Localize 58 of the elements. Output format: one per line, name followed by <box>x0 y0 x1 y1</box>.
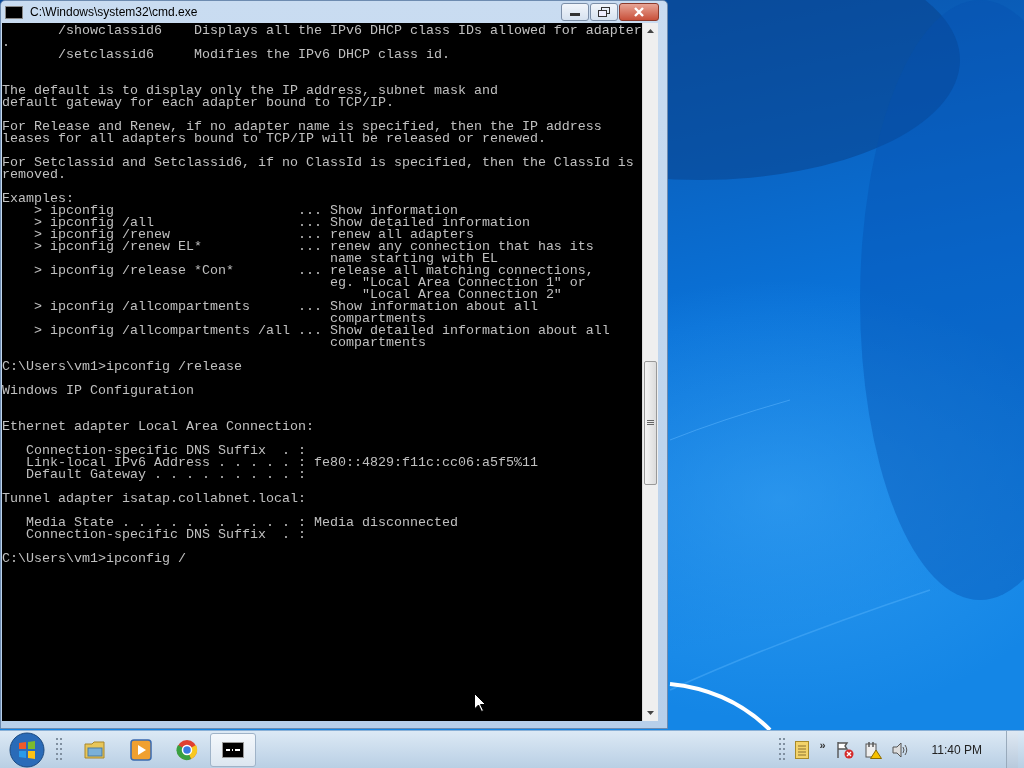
console-line: > ipconfig /release *Con* ... release all matching connections, <box>33 265 595 277</box>
console-line: > ipconfig /allcompartments ... Show information about all <box>33 301 539 313</box>
close-button[interactable] <box>619 3 659 21</box>
taskbar-grip-icon[interactable] <box>56 737 62 762</box>
console-line: compartments <box>328 313 426 325</box>
console-line: Default Gateway . . . . . . . . . : <box>25 469 307 481</box>
console-line: C:\Users\vm1>ipconfig / <box>2 553 187 565</box>
console-line: The default is to display only the IP address, subnet mask and <box>2 85 499 97</box>
console-line: > ipconfig ... Show information <box>34 205 458 217</box>
console-line: removed. <box>2 169 67 181</box>
console-line: name starting with EL <box>328 253 499 265</box>
scroll-up-icon[interactable] <box>647 29 654 33</box>
console-line: For Release and Renew, if no adapter name is specified, then the IP address <box>2 121 603 133</box>
network-warning-icon[interactable] <box>863 740 882 759</box>
console-line: Connection-specific DNS Suffix . : <box>25 529 307 541</box>
folder-icon <box>84 739 106 760</box>
console-line: eg. "Local Area Connection 1" or <box>328 277 586 289</box>
console-line: Media State . . . . . . . . . . . : Media disconnected <box>25 517 459 529</box>
console-line: > ipconfig /renew ... renew all adapters <box>33 229 474 241</box>
console-line: Windows IP Configuration <box>2 385 195 397</box>
console-line: Examples: <box>2 193 74 205</box>
notes-icon[interactable] <box>795 740 810 759</box>
speaker-icon[interactable] <box>891 741 910 758</box>
console-app-icon <box>5 5 23 19</box>
media-player-icon <box>130 738 152 761</box>
restore-button[interactable] <box>590 3 618 21</box>
console-line: C:\Users\vm1>ipconfig /release <box>2 361 243 373</box>
window-title: C:\Windows\system32\cmd.exe <box>30 5 199 19</box>
flag-error-icon[interactable] <box>835 740 854 759</box>
browser-icon <box>176 738 198 761</box>
console-line: > ipconfig /renew EL* ... renew any connection that has its <box>33 241 595 253</box>
console-line: /setclassid6 Modifies the IPv6 DHCP class id. <box>57 49 451 61</box>
console-line: leases for all adapters bound to TCP/IP will be released or renewed. <box>2 133 547 145</box>
console-line: Link-local IPv6 Address . . . . . : fe80::4829:f11c:cc06:a5f5%11 <box>25 457 539 469</box>
console-line: . <box>2 37 11 49</box>
console-line: > ipconfig /all ... Show detailed information <box>33 217 531 229</box>
restore-icon <box>598 7 610 17</box>
console-line: Tunnel adapter isatap.collabnet.local: <box>2 493 307 505</box>
scroll-down-icon[interactable] <box>647 711 654 715</box>
clock[interactable]: 11:40 PM <box>931 742 982 757</box>
show-hidden-icons-button[interactable]: » <box>819 738 826 751</box>
console-line: Connection-specific DNS Suffix . : <box>25 445 307 457</box>
taskbar-button[interactable] <box>210 732 256 767</box>
start-button[interactable] <box>8 731 46 768</box>
close-icon <box>633 7 645 17</box>
console-line: > ipconfig /allcompartments /all ... Show detailed information about all <box>33 325 611 337</box>
minimize-button[interactable] <box>561 3 589 21</box>
mouse-pointer-icon <box>474 693 486 712</box>
console-line: "Local Area Connection 2" <box>361 289 563 301</box>
console-line: compartments <box>328 337 427 349</box>
scrollbar[interactable] <box>642 23 658 721</box>
tray-grip-icon[interactable] <box>779 737 786 762</box>
console-line: For Setclassid and Setclassid6, if no ClassId is specified, then the ClassId is <box>2 157 635 169</box>
console-line: /showclassid6 Displays all the IPv6 DHCP class IDs allowed for adapter <box>57 25 642 37</box>
console-icon <box>222 741 244 758</box>
console-line: Ethernet adapter Local Area Connection: <box>2 421 315 433</box>
scroll-thumb[interactable] <box>644 361 657 485</box>
console-line: default gateway for each adapter bound to TCP/IP. <box>2 97 395 109</box>
